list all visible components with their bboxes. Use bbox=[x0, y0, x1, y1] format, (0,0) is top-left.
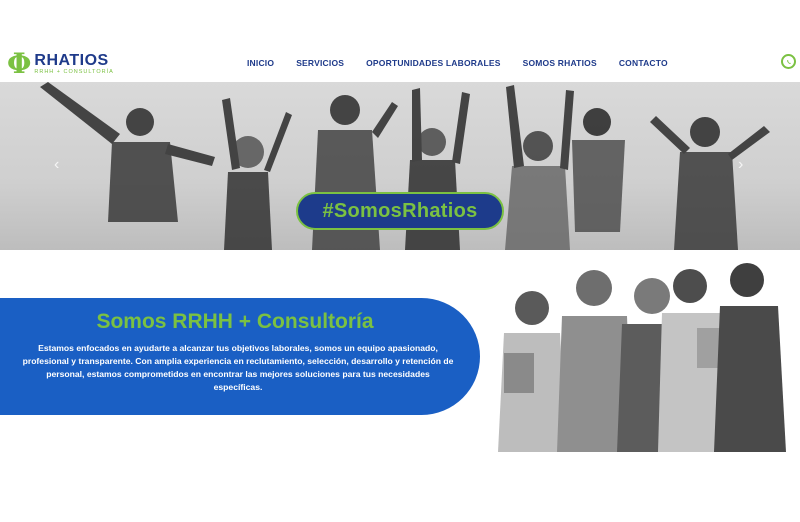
about-section: Somos RRHH + Consultoría Estamos enfocad… bbox=[0, 298, 480, 415]
nav-item-oportunidades[interactable]: OPORTUNIDADES LABORALES bbox=[366, 58, 500, 68]
about-title: Somos RRHH + Consultoría bbox=[96, 310, 374, 333]
hero-banner: ‹ › #SomosRhatios bbox=[0, 82, 800, 250]
about-text: Estamos enfocados en ayudarte a alcanzar… bbox=[22, 343, 454, 392]
nav-item-inicio[interactable]: INICIO bbox=[247, 58, 274, 68]
nav-item-somos-rhatios[interactable]: SOMOS RHATIOS bbox=[523, 58, 597, 68]
logo[interactable]: Φ RHATIOS RRHH + CONSULTORÍA bbox=[7, 50, 114, 78]
hero-hashtag: #SomosRhatios bbox=[296, 192, 504, 230]
nav-item-servicios[interactable]: SERVICIOS bbox=[296, 58, 344, 68]
nav-item-contacto[interactable]: CONTACTO bbox=[619, 58, 668, 68]
site-header: Φ RHATIOS RRHH + CONSULTORÍA INICIO SERV… bbox=[0, 40, 800, 82]
logo-tagline: RRHH + CONSULTORÍA bbox=[34, 68, 114, 75]
logo-text: RHATIOS RRHH + CONSULTORÍA bbox=[34, 51, 114, 76]
whatsapp-icon[interactable] bbox=[781, 54, 796, 69]
team-photo bbox=[498, 263, 786, 452]
logo-phi-icon: Φ bbox=[7, 47, 32, 80]
carousel-next-arrow[interactable]: › bbox=[738, 156, 743, 174]
logo-name: RHATIOS bbox=[34, 51, 109, 69]
main-nav: INICIO SERVICIOS OPORTUNIDADES LABORALES… bbox=[247, 58, 668, 68]
carousel-prev-arrow[interactable]: ‹ bbox=[54, 156, 59, 174]
